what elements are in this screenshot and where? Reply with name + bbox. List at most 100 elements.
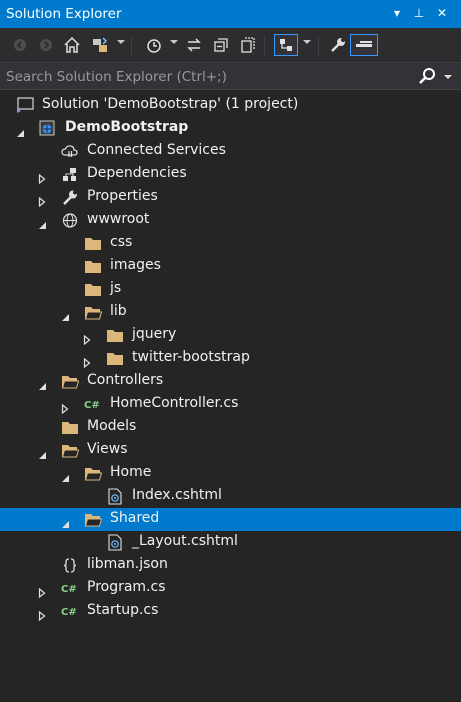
tree-item[interactable]: DemoBootstrap — [0, 117, 461, 140]
tree-item[interactable]: Views — [0, 439, 461, 462]
expanded-arrow-icon[interactable] — [37, 215, 47, 229]
collapsed-arrow-icon[interactable] — [60, 399, 70, 415]
tree-item-label: libman.json — [87, 556, 168, 572]
tree-item[interactable]: _Layout.cshtml — [0, 531, 461, 554]
tree-item-label: Solution 'DemoBootstrap' (1 project) — [42, 96, 299, 112]
tree-item-label: Properties — [87, 188, 158, 204]
folder-icon — [61, 419, 79, 436]
collapsed-arrow-icon[interactable] — [37, 169, 47, 185]
globe-icon — [61, 212, 79, 229]
tree-item[interactable]: lib — [0, 301, 461, 324]
tree-item[interactable]: Controllers — [0, 370, 461, 393]
tree-item[interactable]: C# Program.cs — [0, 577, 461, 600]
sync-icon[interactable] — [184, 35, 204, 55]
folder-icon — [84, 258, 102, 275]
collapsed-arrow-icon[interactable] — [82, 353, 92, 369]
window-title: Solution Explorer — [6, 6, 122, 22]
tree-item-label: DemoBootstrap — [65, 119, 189, 135]
expanded-arrow-icon[interactable] — [60, 307, 70, 321]
expanded-arrow-icon[interactable] — [60, 514, 70, 528]
tree-item-label: jquery — [132, 326, 177, 342]
tree-item[interactable]: libman.json — [0, 554, 461, 577]
json-file-icon — [61, 557, 79, 574]
tree-item[interactable]: C# HomeController.cs — [0, 393, 461, 416]
tree-item-label: Program.cs — [87, 579, 166, 595]
solution-icon — [16, 97, 34, 114]
tree-item[interactable]: Connected Services — [0, 140, 461, 163]
tree-item[interactable]: jquery — [0, 324, 461, 347]
tree-item-label: Home — [110, 464, 152, 480]
dependencies-icon — [61, 166, 79, 183]
preview-selected-icon[interactable] — [274, 34, 298, 56]
svg-text:C#: C# — [84, 400, 100, 411]
tree-item[interactable]: Solution 'DemoBootstrap' (1 project) — [0, 94, 461, 117]
tree-item-label: Shared — [110, 510, 160, 526]
csharp-file-icon: C# — [84, 396, 102, 413]
auto-hide-icon[interactable] — [350, 34, 378, 56]
tree-item[interactable]: Index.cshtml — [0, 485, 461, 508]
tree-item[interactable]: Dependencies — [0, 163, 461, 186]
properties-icon[interactable] — [328, 35, 348, 55]
folder-open-icon — [84, 304, 103, 321]
folder-open-icon — [84, 465, 103, 482]
forward-icon[interactable] — [36, 35, 56, 55]
tree-item-label: Controllers — [87, 372, 164, 388]
web-project-icon — [38, 120, 56, 137]
expanded-arrow-icon[interactable] — [37, 445, 47, 459]
tree-item-label: HomeController.cs — [110, 395, 239, 411]
tree-item[interactable]: css — [0, 232, 461, 255]
folder-open-icon — [84, 511, 103, 528]
connected-services-icon — [61, 143, 79, 160]
tree-item[interactable]: C# Startup.cs — [0, 600, 461, 623]
folder-icon — [106, 350, 124, 367]
folder-icon — [106, 327, 124, 344]
search-input[interactable] — [0, 63, 418, 91]
folder-open-icon — [61, 442, 80, 459]
search-options-dropdown-icon[interactable] — [444, 75, 452, 79]
tree-item[interactable]: images — [0, 255, 461, 278]
collapsed-arrow-icon[interactable] — [37, 583, 47, 599]
collapse-all-icon[interactable] — [211, 35, 231, 55]
pending-changes-filter-icon[interactable] — [144, 35, 164, 55]
csharp-file-icon: C# — [61, 603, 79, 620]
back-icon[interactable] — [10, 35, 30, 55]
expanded-arrow-icon[interactable] — [60, 468, 70, 482]
collapsed-arrow-icon[interactable] — [82, 330, 92, 346]
svg-text:C#: C# — [61, 584, 77, 595]
tree-item-label: Startup.cs — [87, 602, 159, 618]
expanded-arrow-icon[interactable] — [15, 123, 25, 137]
tree-item-label: Dependencies — [87, 165, 187, 181]
pin-icon[interactable]: ⊥ — [410, 3, 428, 23]
tree-item[interactable]: twitter-bootstrap — [0, 347, 461, 370]
switch-views-icon[interactable] — [90, 35, 110, 55]
search-icon[interactable] — [418, 67, 436, 89]
tree-item-label: Views — [87, 441, 128, 457]
tree-item[interactable]: Models — [0, 416, 461, 439]
search-box[interactable] — [0, 62, 461, 91]
title-bar: Solution Explorer ▾ ⊥ ✕ — [0, 0, 461, 28]
collapsed-arrow-icon[interactable] — [37, 606, 47, 622]
tree-item[interactable]: Shared — [0, 508, 461, 531]
collapsed-arrow-icon[interactable] — [37, 192, 47, 208]
toolbar — [0, 28, 461, 62]
tree-item[interactable]: wwwroot — [0, 209, 461, 232]
show-all-files-icon[interactable] — [238, 35, 258, 55]
expanded-arrow-icon[interactable] — [37, 376, 47, 390]
tree-item[interactable]: js — [0, 278, 461, 301]
razor-file-icon — [106, 534, 124, 551]
tree-item-label: Index.cshtml — [132, 487, 222, 503]
tree-item-label: wwwroot — [87, 211, 150, 227]
tree-item-label: twitter-bootstrap — [132, 349, 250, 365]
razor-file-icon — [106, 488, 124, 505]
tree-item-label: Models — [87, 418, 137, 434]
close-icon[interactable]: ✕ — [433, 3, 451, 23]
tree-item[interactable]: Home — [0, 462, 461, 485]
tree-item-label: images — [110, 257, 161, 273]
folder-icon — [84, 281, 102, 298]
tree-item-label: _Layout.cshtml — [132, 533, 238, 549]
tree-item[interactable]: Properties — [0, 186, 461, 209]
wrench-icon — [61, 189, 79, 206]
csharp-file-icon: C# — [61, 580, 79, 597]
home-icon[interactable] — [62, 35, 82, 55]
window-position-dropdown-icon[interactable]: ▾ — [388, 3, 406, 23]
